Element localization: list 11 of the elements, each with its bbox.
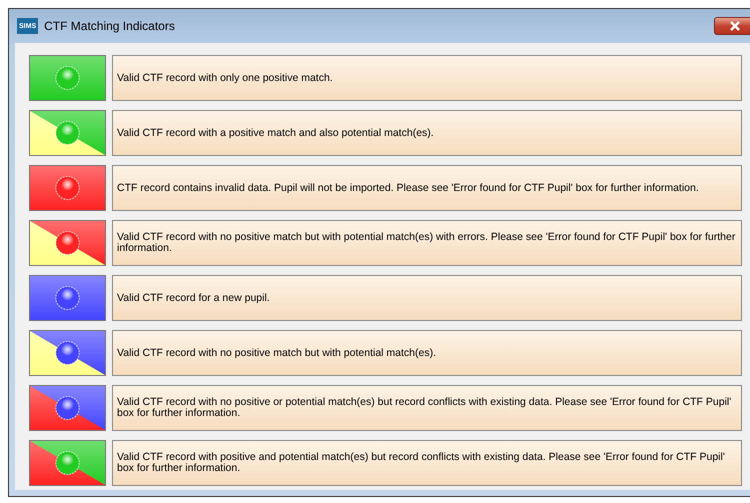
close-icon (729, 21, 741, 31)
indicator-description: Valid CTF record with no positive match but with potential match(es). (112, 330, 742, 376)
indicator-description: Valid CTF record for a new pupil. (112, 275, 742, 321)
indicator-description: CTF record contains invalid data. Pupil will not be imported. Please see 'Error found for CTF Pupil' box for further information. (112, 165, 742, 211)
indicator-description: Valid CTF record with no positive match but with potential match(es) with errors. Please see 'Error found for CTF Pupil' box for further information. (112, 220, 742, 266)
indicator-description: Valid CTF record with only one positive match. (112, 55, 742, 101)
indicator-description: Valid CTF record with a positive match and also potential match(es). (112, 110, 742, 156)
indicator-description: Valid CTF record with positive and potential match(es) but record conflicts with existing data. Please see 'Error found for CTF Pupil' box for further information. (112, 440, 742, 486)
close-button[interactable] (714, 17, 750, 35)
indicator-description: Valid CTF record with no positive or potential match(es) but record conflicts with existing data. Please see 'Error found for CTF Pupil' box for further information. (112, 385, 742, 431)
window-title: CTF Matching Indicators (44, 19, 176, 33)
